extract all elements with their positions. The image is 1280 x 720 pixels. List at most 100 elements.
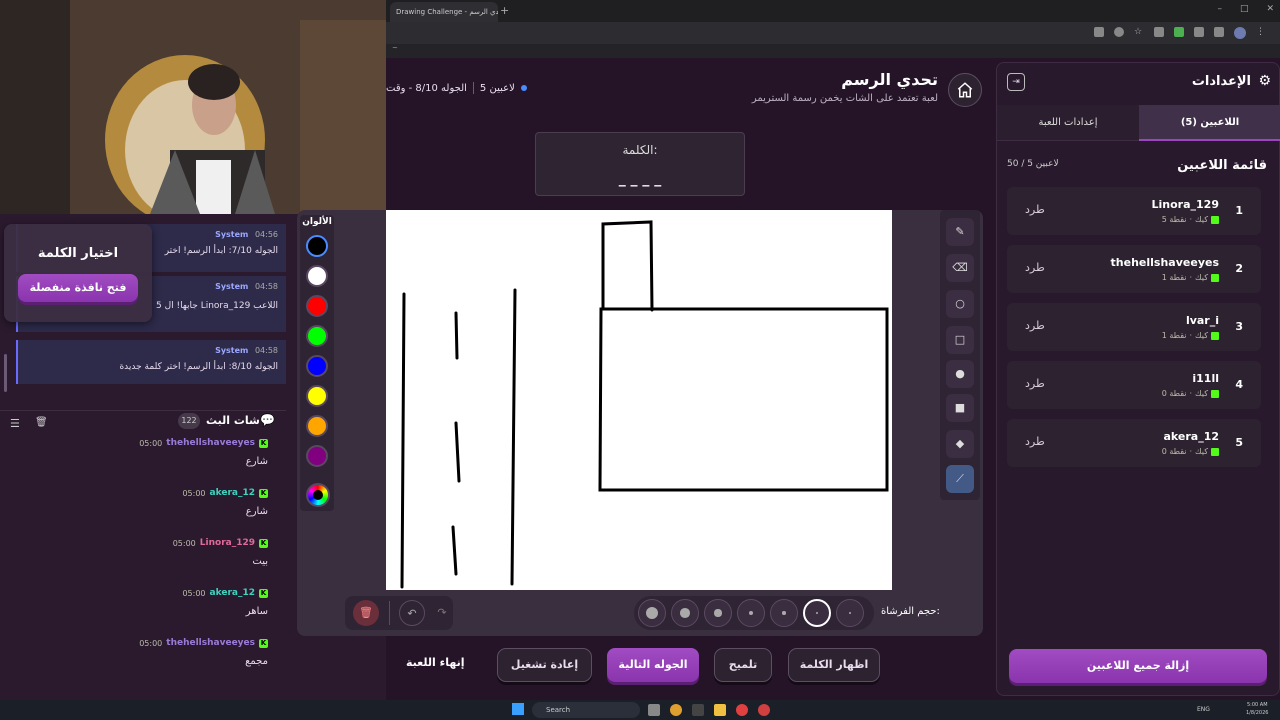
scrollbar[interactable]: [4, 354, 7, 392]
rectangle-outline-tool-icon[interactable]: □: [946, 326, 974, 354]
filled-rectangle-tool-icon[interactable]: ■: [946, 394, 974, 422]
color-swatch[interactable]: [306, 235, 328, 257]
chat-username[interactable]: thehellshaveeyes: [166, 438, 255, 448]
kick-icon: [1211, 389, 1219, 398]
color-swatch[interactable]: [306, 385, 328, 407]
minimize-button[interactable]: –: [1217, 4, 1222, 14]
trash-icon[interactable]: 🗑: [35, 417, 48, 428]
chat-username[interactable]: thehellshaveeyes: [166, 638, 255, 648]
kick-icon: [1211, 273, 1219, 282]
close-button[interactable]: ✕: [1266, 4, 1274, 14]
circle-outline-tool-icon[interactable]: ○: [946, 290, 974, 318]
brush-size-option[interactable]: [737, 599, 765, 627]
sidebar-icon[interactable]: [1214, 27, 1224, 37]
system-time: 04:58: [254, 282, 278, 291]
player-row: 2 thehellshaveeyes 1 نقطة · كيك طرد: [1007, 245, 1261, 293]
custom-color-picker[interactable]: [306, 483, 330, 507]
extension-icon[interactable]: [1154, 27, 1164, 37]
clear-canvas-trash-icon[interactable]: 🗑: [353, 600, 379, 626]
open-window-button[interactable]: فتح نافذة منفصلة: [18, 274, 138, 302]
pencil-tool-icon[interactable]: ✎: [946, 218, 974, 246]
zoom-icon[interactable]: [1114, 27, 1124, 37]
brush-size-dot: [680, 608, 690, 618]
app-main: تحدي الرسم لعبة تعتمد على الشات يخمن رسم…: [297, 58, 1280, 700]
collapse-panel-icon[interactable]: ⇥: [1007, 73, 1025, 91]
fill-bucket-tool-icon[interactable]: ◆: [946, 430, 974, 458]
brush-size-option[interactable]: [704, 599, 732, 627]
kick-player-button[interactable]: طرد: [1025, 435, 1045, 448]
kick-player-button[interactable]: طرد: [1025, 261, 1045, 274]
restart-button[interactable]: إعادة تشغيل: [497, 648, 592, 682]
hint-button[interactable]: تلميح: [714, 648, 772, 682]
chat-bubble-icon: 💬: [260, 413, 275, 427]
kick-icon: K: [259, 638, 268, 648]
end-game-button[interactable]: إنهاء اللعبة: [406, 656, 465, 669]
tab-game-settings[interactable]: إعدادات اللعبة: [997, 105, 1139, 141]
chrome-icon[interactable]: [736, 704, 748, 716]
windows-start-icon[interactable]: [512, 703, 524, 715]
brush-size-option[interactable]: [770, 599, 798, 627]
new-tab-button[interactable]: +: [500, 4, 509, 17]
chat-layout-icon[interactable]: ☰: [10, 417, 20, 430]
color-swatch[interactable]: [306, 295, 328, 317]
folder-icon[interactable]: [714, 704, 726, 716]
kick-icon: [1211, 447, 1219, 456]
chat-username[interactable]: akera_12: [210, 588, 255, 598]
clock[interactable]: 5:00 AM 1/8/2026: [1246, 701, 1268, 717]
maximize-button[interactable]: □: [1240, 4, 1249, 14]
show-word-button[interactable]: اظهار الكلمة: [788, 648, 880, 682]
undo-icon[interactable]: ↶: [399, 600, 425, 626]
task-view-icon[interactable]: [648, 704, 660, 716]
translate-icon[interactable]: [1094, 27, 1104, 37]
player-points: 0 نقطة: [1161, 389, 1187, 398]
color-swatch[interactable]: [306, 415, 328, 437]
line-tool-icon[interactable]: ⟋: [946, 465, 974, 493]
eraser-tool-icon[interactable]: ⌫: [946, 254, 974, 282]
player-rank: 3: [1235, 320, 1243, 333]
browser-tab[interactable]: Drawing Challenge - تحدي الرسم: [390, 2, 498, 22]
app-icon[interactable]: [758, 704, 770, 716]
profile-avatar[interactable]: [1234, 27, 1246, 39]
redo-icon[interactable]: ↷: [429, 600, 455, 626]
system-sender: System: [215, 282, 249, 291]
star-icon[interactable]: ☆: [1134, 27, 1144, 37]
color-swatch[interactable]: [306, 355, 328, 377]
chat-time: 05:00: [182, 588, 206, 598]
filled-circle-tool-icon[interactable]: ●: [946, 360, 974, 388]
kick-player-button[interactable]: طرد: [1025, 203, 1045, 216]
brush-size-dot: [848, 611, 852, 615]
tab-players[interactable]: اللاعبين (5): [1139, 105, 1280, 141]
player-platform: كيك: [1195, 389, 1208, 398]
gear-icon: ⚙: [1258, 73, 1271, 89]
shield-icon[interactable]: [1174, 27, 1184, 37]
kick-player-button[interactable]: طرد: [1025, 377, 1045, 390]
player-row: 1 Linora_129 5 نقطة · كيك طرد: [1007, 187, 1261, 235]
language-indicator[interactable]: ENG: [1197, 706, 1210, 713]
taskbar-search[interactable]: Search: [532, 702, 640, 718]
kick-player-button[interactable]: طرد: [1025, 319, 1045, 332]
chat-username[interactable]: akera_12: [210, 488, 255, 498]
puzzle-icon[interactable]: [1194, 27, 1204, 37]
next-round-button[interactable]: الجوله التالية: [607, 648, 699, 682]
app-icon[interactable]: [670, 704, 682, 716]
color-swatch[interactable]: [306, 445, 328, 467]
colors-label: الألوان: [302, 217, 332, 227]
brush-size-option[interactable]: [836, 599, 864, 627]
home-button[interactable]: [948, 73, 982, 107]
system-time: 04:56: [254, 230, 278, 239]
chat-message: 05:00 akera_12 K شارع: [18, 488, 268, 532]
brush-size-option[interactable]: [803, 599, 831, 627]
color-swatch[interactable]: [306, 325, 328, 347]
menu-icon[interactable]: ⋮: [1256, 27, 1265, 37]
color-swatch[interactable]: [306, 265, 328, 287]
drawing-canvas[interactable]: [386, 210, 892, 590]
brush-size-option[interactable]: [671, 599, 699, 627]
chat-username[interactable]: Linora_129: [200, 538, 255, 548]
players-list-title: قائمة اللاعبين: [1177, 158, 1267, 173]
chat-text: بيت: [252, 556, 268, 567]
settings-title: الإعدادات: [1191, 74, 1251, 89]
player-rank: 4: [1235, 378, 1243, 391]
brush-size-option[interactable]: [638, 599, 666, 627]
remove-all-players-button[interactable]: إزالة جميع اللاعبين: [1009, 649, 1267, 683]
app-icon[interactable]: [692, 704, 704, 716]
